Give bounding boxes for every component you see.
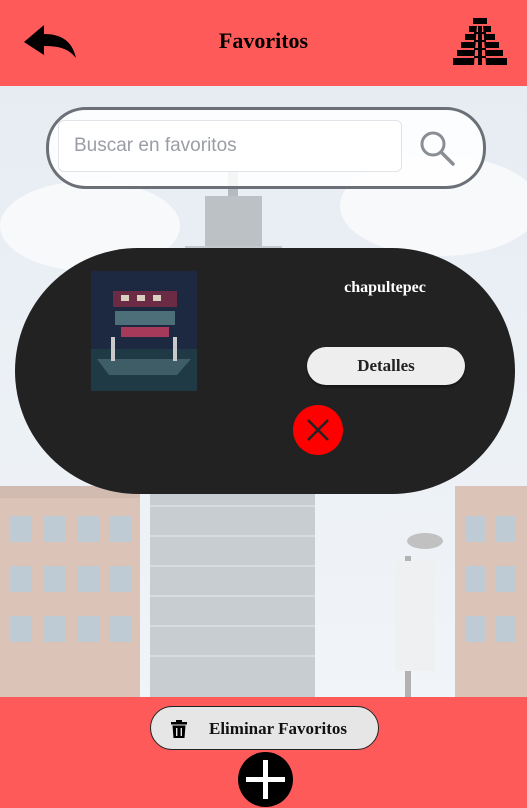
trajinera-image bbox=[91, 271, 197, 391]
plus-icon bbox=[246, 760, 285, 799]
close-icon bbox=[307, 419, 329, 441]
app-header: Favoritos bbox=[0, 0, 527, 86]
home-button[interactable] bbox=[452, 16, 508, 66]
clear-favorites-label: Eliminar Favoritos bbox=[209, 719, 348, 738]
remove-favorite-button[interactable] bbox=[293, 405, 343, 455]
pyramid-icon bbox=[453, 18, 507, 65]
details-button[interactable]: Detalles bbox=[307, 347, 465, 385]
search-icon bbox=[420, 131, 455, 166]
search-input[interactable] bbox=[58, 120, 402, 172]
search-button[interactable] bbox=[418, 129, 456, 167]
clear-favorites-button[interactable]: Eliminar Favoritos bbox=[150, 706, 379, 750]
trash-icon bbox=[171, 720, 187, 738]
page-title: Favoritos bbox=[218, 28, 309, 53]
favorite-thumbnail[interactable] bbox=[91, 271, 197, 391]
favorite-name: chapultepec bbox=[344, 279, 426, 296]
add-button[interactable] bbox=[238, 752, 293, 807]
